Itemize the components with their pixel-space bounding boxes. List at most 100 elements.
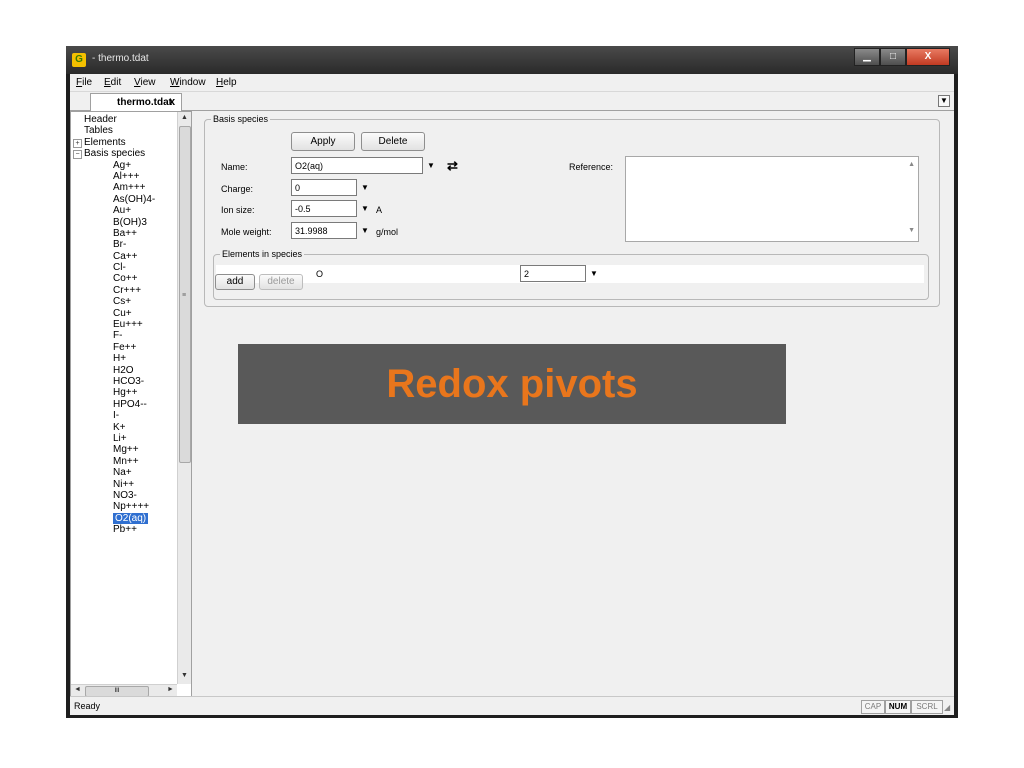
tree-item-tables[interactable]: Tables xyxy=(71,125,177,136)
tree-item-label: Hg++ xyxy=(113,387,138,399)
tree-item-label: Cs+ xyxy=(113,296,132,308)
tree-item-no3[interactable]: NO3- xyxy=(71,490,177,501)
tree-item-label: F- xyxy=(113,330,123,342)
apply-button[interactable]: Apply xyxy=(291,132,355,151)
tree-item-mg[interactable]: Mg++ xyxy=(71,444,177,455)
tree-item-eu[interactable]: Eu+++ xyxy=(71,319,177,330)
charge-dropdown-arrow-icon[interactable]: ▼ xyxy=(361,183,369,192)
tree-item-label: Al+++ xyxy=(113,170,140,182)
scroll-left-icon[interactable]: ◄ xyxy=(74,686,81,693)
name-dropdown-arrow-icon[interactable]: ▼ xyxy=(427,161,435,170)
charge-label: Charge: xyxy=(221,184,254,194)
tab-thermo-tdat[interactable]: thermo.tdat x xyxy=(90,93,182,111)
charge-combobox[interactable]: 0 xyxy=(291,179,357,196)
scroll-down-icon[interactable]: ▼ xyxy=(181,672,188,679)
element-count-dropdown-arrow-icon[interactable]: ▼ xyxy=(590,269,598,278)
status-bar: Ready CAP NUM SCRL ◢ xyxy=(70,696,954,715)
tree-item-h2o[interactable]: H2O xyxy=(71,365,177,376)
mole-weight-combobox[interactable]: 31.9988 xyxy=(291,222,357,239)
tree-item-o2-aq[interactable]: O2(aq) xyxy=(71,512,177,525)
tree-item-co[interactable]: Co++ xyxy=(71,273,177,284)
mole-weight-dropdown-arrow-icon[interactable]: ▼ xyxy=(361,226,369,235)
menu-file-label: ile xyxy=(82,77,93,88)
window-title: - thermo.tdat xyxy=(92,53,149,64)
delete-button[interactable]: Delete xyxy=(361,132,425,151)
menu-view-label: iew xyxy=(140,77,156,88)
tree-item-am[interactable]: Am+++ xyxy=(71,182,177,193)
tree-item-hg[interactable]: Hg++ xyxy=(71,387,177,398)
menu-file[interactable]: File xyxy=(76,77,92,88)
menu-view[interactable]: View xyxy=(134,77,156,88)
tree-item-label: NO3- xyxy=(113,489,137,501)
menu-edit[interactable]: Edit xyxy=(104,77,121,88)
tree-item-ca[interactable]: Ca++ xyxy=(71,251,177,262)
tree-item-elements[interactable]: + Elements xyxy=(71,137,177,148)
collapse-icon[interactable]: − xyxy=(73,150,82,160)
menu-window[interactable]: Window xyxy=(170,77,206,88)
tree-item-h[interactable]: H+ xyxy=(71,353,177,364)
maximize-button[interactable]: □ xyxy=(880,48,906,66)
app-logo-icon: G xyxy=(72,53,86,67)
tree-item-np[interactable]: Np++++ xyxy=(71,501,177,512)
tree-item-hco3[interactable]: HCO3- xyxy=(71,376,177,387)
swap-icon[interactable]: ⇄ xyxy=(447,158,458,174)
menu-window-label: indow xyxy=(179,77,206,88)
resize-grip-icon[interactable]: ◢ xyxy=(944,703,950,712)
tree-item-f[interactable]: F- xyxy=(71,330,177,341)
tree-item-label: As(OH)4- xyxy=(113,193,156,205)
ion-size-dropdown-arrow-icon[interactable]: ▼ xyxy=(361,204,369,213)
element-count-combobox[interactable]: 2 xyxy=(520,265,586,282)
tree-item-br[interactable]: Br- xyxy=(71,239,177,250)
tree-item-cl[interactable]: Cl- xyxy=(71,262,177,273)
minimize-button[interactable]: ▁ xyxy=(854,48,880,66)
tree-item-label: Elements xyxy=(84,136,126,148)
elements-in-species-group: Elements in species O 2 ▼ xyxy=(213,249,929,300)
tree-item-k[interactable]: K+ xyxy=(71,422,177,433)
tree-item-as-oh-4[interactable]: As(OH)4- xyxy=(71,194,177,205)
tree-item-au[interactable]: Au+ xyxy=(71,205,177,216)
num-lock-indicator: NUM xyxy=(885,700,911,714)
title-bar[interactable]: G - thermo.tdat ▁ □ X xyxy=(66,46,958,74)
tree-item-ni[interactable]: Ni++ xyxy=(71,479,177,490)
tab-close-icon[interactable]: x xyxy=(169,96,175,108)
tree-item-na[interactable]: Na+ xyxy=(71,467,177,478)
menu-help[interactable]: Help xyxy=(216,77,237,88)
ion-size-combobox[interactable]: -0.5 xyxy=(291,200,357,217)
tree-item-mn[interactable]: Mn++ xyxy=(71,456,177,467)
tree-item-fe[interactable]: Fe++ xyxy=(71,342,177,353)
tree-item-cu[interactable]: Cu+ xyxy=(71,308,177,319)
tree-item-label: Header xyxy=(84,114,117,125)
menu-edit-label: dit xyxy=(110,77,122,88)
tree-item-basis-species[interactable]: − Basis species xyxy=(71,148,177,160)
name-combobox[interactable]: O2(aq) xyxy=(291,157,423,174)
tree-item-pb[interactable]: Pb++ xyxy=(71,524,177,535)
scroll-right-icon[interactable]: ► xyxy=(167,686,174,693)
tree-scroll-thumb[interactable]: ≡ xyxy=(179,126,191,463)
slide-caption-banner: Redox pivots xyxy=(238,344,786,424)
grip-icon: ≡ xyxy=(182,292,187,299)
tree-item-i[interactable]: I- xyxy=(71,410,177,421)
tree-item-li[interactable]: Li+ xyxy=(71,433,177,444)
tree-item-label: HCO3- xyxy=(113,375,145,387)
delete-element-button[interactable]: delete xyxy=(259,274,303,290)
tree-item-ag[interactable]: Ag+ xyxy=(71,160,177,171)
tab-list-dropdown-icon[interactable]: ▼ xyxy=(938,95,950,107)
add-element-button[interactable]: add xyxy=(215,274,255,290)
reference-scroll-up-icon[interactable]: ▲ xyxy=(908,161,915,168)
scroll-up-icon[interactable]: ▲ xyxy=(181,114,188,121)
reference-scroll-down-icon[interactable]: ▼ xyxy=(908,227,915,234)
tree-item-cr[interactable]: Cr+++ xyxy=(71,285,177,296)
tree-item-ba[interactable]: Ba++ xyxy=(71,228,177,239)
tree-vertical-scrollbar[interactable]: ▲ ≡ ▼ xyxy=(177,112,191,684)
tree-item-cs[interactable]: Cs+ xyxy=(71,296,177,307)
tree-item-b-oh-3[interactable]: B(OH)3 xyxy=(71,217,177,228)
reference-textarea[interactable]: ▲ ▼ xyxy=(625,156,919,242)
tree-list: Header Tables + Elements − Basis species Ag+ Al… xyxy=(71,114,177,535)
tree-item-al[interactable]: Al+++ xyxy=(71,171,177,182)
tree-item-label: Fe++ xyxy=(113,341,137,353)
tree-item-header[interactable]: Header xyxy=(71,114,177,125)
close-button[interactable]: X xyxy=(906,48,950,66)
tree-item-hpo4[interactable]: HPO4-- xyxy=(71,399,177,410)
tree-item-label: Cl- xyxy=(113,262,126,274)
expand-icon[interactable]: + xyxy=(73,138,82,148)
